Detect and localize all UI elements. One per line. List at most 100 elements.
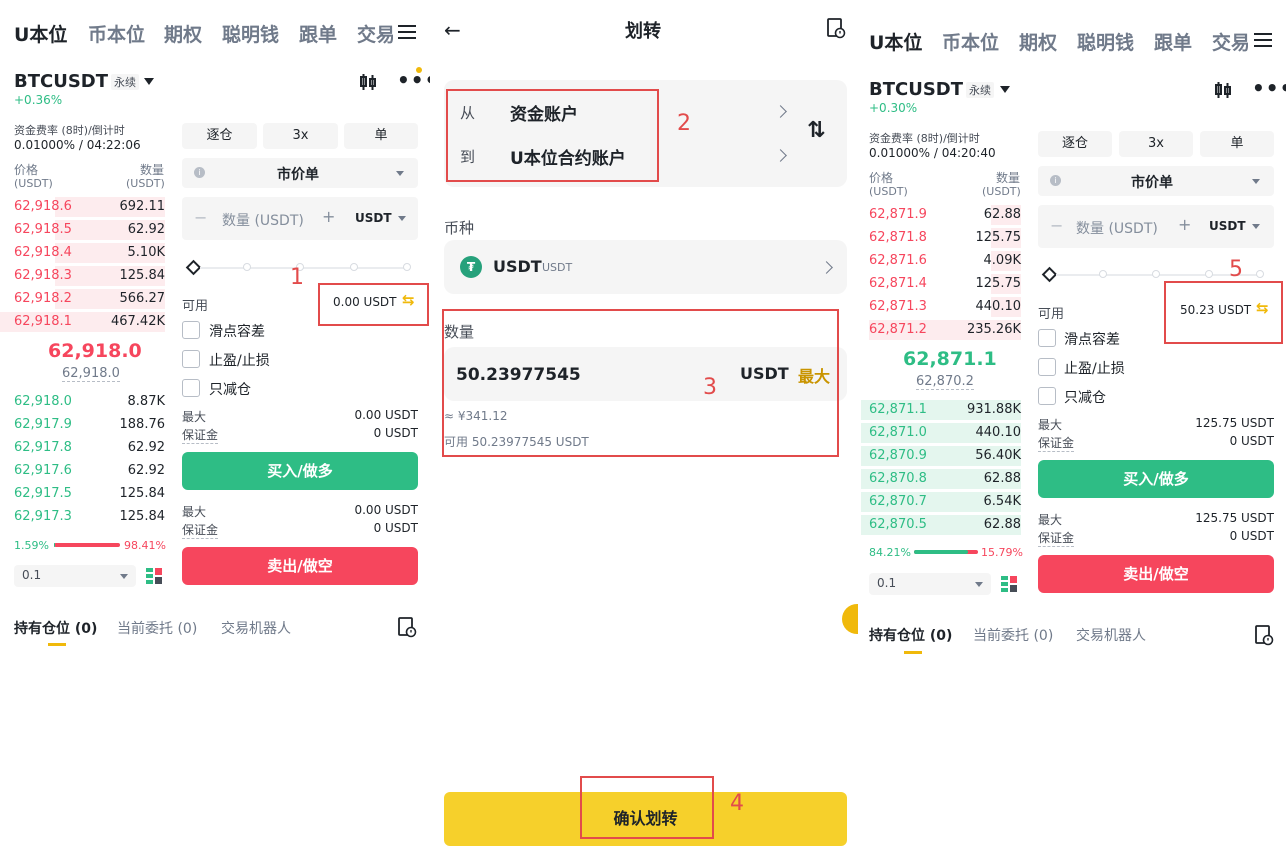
tab-positions[interactable]: 持有仓位 (0): [14, 618, 97, 638]
increase-icon[interactable]: +: [322, 207, 335, 226]
bid-order-row[interactable]: 62,917.5 125.84: [14, 483, 165, 505]
leverage-button[interactable]: 3x: [1119, 131, 1193, 157]
decrease-icon[interactable]: −: [1050, 216, 1063, 235]
tab-smart-money[interactable]: 聪明钱: [1077, 28, 1134, 55]
bid-order-row[interactable]: 62,917.3 125.84: [14, 506, 165, 528]
ask-order-row[interactable]: 62,871.3 440.10: [869, 296, 1021, 318]
symbol-name[interactable]: BTCUSDT: [14, 71, 108, 92]
bid-order-row[interactable]: 62,917.6 62.92: [14, 460, 165, 482]
ask-order-row[interactable]: 62,871.4 125.75: [869, 273, 1021, 295]
order-type-select[interactable]: i 市价单: [182, 158, 418, 188]
annotation-number-5: 5: [1229, 257, 1243, 282]
bid-order-row[interactable]: 62,917.9 188.76: [14, 414, 165, 436]
tab-trading[interactable]: 交易: [1212, 28, 1248, 55]
back-icon[interactable]: ←: [444, 18, 461, 42]
bid-order-row[interactable]: 62,870.7 6.54K: [861, 491, 1021, 513]
ask-order-row[interactable]: 62,918.3 125.84: [14, 265, 165, 287]
quantity-input[interactable]: − 数量 (USDT) + USDT: [182, 197, 418, 240]
slider-track[interactable]: [200, 267, 408, 269]
transfer-history-icon[interactable]: [826, 17, 846, 39]
menu-icon[interactable]: [398, 25, 416, 39]
more-icon[interactable]: •••: [1252, 76, 1286, 100]
candlestick-chart-icon[interactable]: [358, 72, 378, 92]
tab-usdt-m[interactable]: U本位: [869, 28, 922, 55]
orderbook-layout-icon[interactable]: [1000, 575, 1018, 593]
to-chevron-icon: [774, 149, 787, 162]
tab-coin-m[interactable]: 币本位: [942, 28, 999, 55]
reduce-only-checkbox[interactable]: [182, 379, 200, 397]
tab-copy-trading[interactable]: 跟单: [299, 20, 337, 47]
ask-order-row[interactable]: 62,918.4 5.10K: [14, 242, 165, 264]
ask-order-row[interactable]: 62,871.8 125.75: [869, 227, 1021, 249]
ask-order-row[interactable]: 62,918.6 692.11: [14, 196, 165, 218]
tab-coin-m[interactable]: 币本位: [88, 20, 145, 47]
bid-order-row[interactable]: 62,871.1 931.88K: [861, 399, 1021, 421]
tab-usdt-m[interactable]: U本位: [14, 20, 67, 47]
more-icon[interactable]: •••: [397, 68, 430, 92]
candlestick-chart-icon[interactable]: [1213, 80, 1233, 100]
bid-order-row[interactable]: 62,871.0 440.10: [861, 422, 1021, 444]
reduce-only-checkbox[interactable]: [1038, 387, 1056, 405]
position-mode-button[interactable]: 单: [1200, 131, 1274, 157]
tpsl-checkbox[interactable]: [182, 350, 200, 368]
quantity-input[interactable]: − 数量 (USDT) + USDT: [1038, 205, 1274, 248]
bid-order-row[interactable]: 62,918.0 8.87K: [14, 391, 165, 413]
funding-rate-label: 资金费率 (8时)/倒计时: [869, 132, 980, 145]
tab-open-orders[interactable]: 当前委托 (0): [973, 625, 1053, 645]
ask-order-row[interactable]: 62,871.9 62.88: [869, 204, 1021, 226]
order-type-select[interactable]: i 市价单: [1038, 166, 1274, 196]
bid-order-row[interactable]: 62,870.8 62.88: [861, 468, 1021, 490]
ask-price: 62,918.1: [14, 314, 72, 329]
decrease-icon[interactable]: −: [194, 208, 207, 227]
bid-order-row[interactable]: 62,870.5 62.88: [861, 514, 1021, 536]
tab-options[interactable]: 期权: [1019, 28, 1057, 55]
sell-short-button[interactable]: 卖出/做空: [182, 547, 418, 585]
symbol-dropdown-icon[interactable]: [144, 78, 154, 85]
bid-order-row[interactable]: 62,917.8 62.92: [14, 437, 165, 459]
order-history-icon[interactable]: [397, 616, 417, 638]
ask-order-row[interactable]: 62,918.1 467.42K: [0, 311, 165, 333]
tab-trading-bots[interactable]: 交易机器人: [221, 618, 291, 638]
tab-options[interactable]: 期权: [164, 20, 202, 47]
tpsl-checkbox[interactable]: [1038, 358, 1056, 376]
slippage-checkbox[interactable]: [182, 321, 200, 339]
tab-trading-bots[interactable]: 交易机器人: [1076, 625, 1146, 645]
tab-trading[interactable]: 交易: [357, 20, 393, 47]
tab-positions[interactable]: 持有仓位 (0): [869, 625, 952, 645]
symbol-name[interactable]: BTCUSDT: [869, 79, 963, 100]
ask-order-row[interactable]: 62,871.2 235.26K: [869, 319, 1021, 341]
ask-order-row[interactable]: 62,871.6 4.09K: [869, 250, 1021, 272]
tab-copy-trading[interactable]: 跟单: [1154, 28, 1192, 55]
symbol-dropdown-icon[interactable]: [1000, 86, 1010, 93]
menu-icon[interactable]: [1254, 33, 1272, 47]
coin-selector[interactable]: ₮ USDT USDT: [444, 240, 847, 294]
increase-icon[interactable]: +: [1178, 215, 1191, 234]
slider-step-dot: [1256, 270, 1264, 278]
leverage-button[interactable]: 3x: [263, 123, 338, 149]
bid-order-row[interactable]: 62,870.9 56.40K: [861, 445, 1021, 467]
depth-select[interactable]: 0.1: [14, 565, 136, 587]
ask-order-row[interactable]: 62,918.5 62.92: [14, 219, 165, 241]
slippage-checkbox[interactable]: [1038, 329, 1056, 347]
swap-accounts-icon[interactable]: ⇅: [807, 118, 825, 143]
depth-select[interactable]: 0.1: [869, 573, 991, 595]
slider-step-dot: [1205, 270, 1213, 278]
tab-open-orders[interactable]: 当前委托 (0): [117, 618, 197, 638]
ask-qty: 125.84: [119, 268, 166, 283]
floating-assistant-icon[interactable]: [842, 604, 858, 634]
position-mode-button[interactable]: 单: [344, 123, 418, 149]
order-history-icon[interactable]: [1254, 624, 1274, 646]
slider-handle[interactable]: [1041, 266, 1058, 283]
qty-unit-select[interactable]: USDT: [1209, 219, 1246, 233]
tab-smart-money[interactable]: 聪明钱: [222, 20, 279, 47]
slider-handle[interactable]: [185, 259, 202, 276]
annotation-box-4: [580, 776, 714, 839]
orderbook-layout-icon[interactable]: [145, 567, 163, 585]
margin-mode-button[interactable]: 逐仓: [1038, 131, 1112, 157]
buy-long-button[interactable]: 买入/做多: [182, 452, 418, 490]
sell-short-button[interactable]: 卖出/做空: [1038, 555, 1274, 593]
margin-mode-button[interactable]: 逐仓: [182, 123, 257, 149]
qty-unit-select[interactable]: USDT: [355, 211, 392, 225]
buy-long-button[interactable]: 买入/做多: [1038, 460, 1274, 498]
ask-order-row[interactable]: 62,918.2 566.27: [14, 288, 165, 310]
